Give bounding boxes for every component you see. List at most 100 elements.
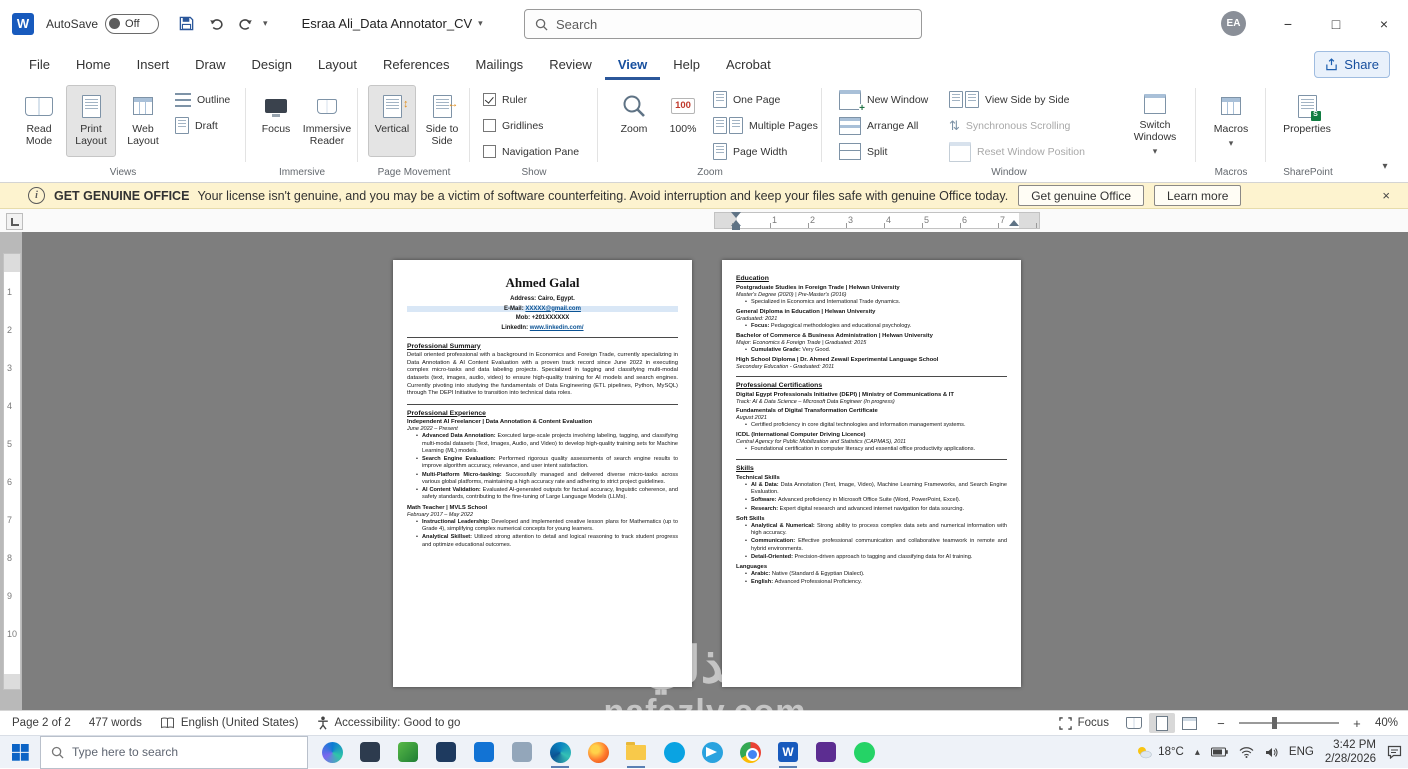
zoom-out-button[interactable]: −: [1215, 716, 1227, 731]
learn-more-button[interactable]: Learn more: [1154, 185, 1242, 206]
read-mode-button[interactable]: Read Mode: [14, 85, 64, 157]
read-mode-view-icon[interactable]: [1121, 713, 1147, 733]
multiple-pages-button[interactable]: Multiple Pages: [710, 114, 821, 137]
vertical-ruler[interactable]: 1 2 3 4 5 6 7 8 9 10: [0, 232, 22, 710]
side-to-side-button[interactable]: ↔ Side to Side: [418, 85, 466, 157]
taskbar-chrome-icon[interactable]: [738, 739, 762, 765]
new-window-button[interactable]: + New Window: [836, 88, 931, 114]
arrange-all-button[interactable]: Arrange All: [836, 114, 921, 137]
zoom-button[interactable]: Zoom: [610, 85, 658, 157]
tab-acrobat[interactable]: Acrobat: [713, 50, 784, 80]
resume-contact-link[interactable]: XXXXX@gmail.com: [525, 306, 581, 312]
maximize-button[interactable]: □: [1312, 0, 1360, 47]
navigation-pane-checkbox[interactable]: Navigation Pane: [480, 140, 582, 163]
word-count[interactable]: 477 words: [89, 717, 142, 729]
close-button[interactable]: ×: [1360, 0, 1408, 47]
avatar[interactable]: EA: [1221, 11, 1246, 36]
taskbar-cortana-icon[interactable]: [320, 739, 344, 765]
resume-contact-link[interactable]: www.linkedin.com/: [530, 325, 584, 331]
tab-design[interactable]: Design: [239, 50, 305, 80]
print-layout-button[interactable]: Print Layout: [66, 85, 116, 157]
tab-draw[interactable]: Draw: [182, 50, 238, 80]
language-indicator[interactable]: English (United States): [160, 717, 299, 729]
tab-home[interactable]: Home: [63, 50, 124, 80]
minimize-button[interactable]: −: [1264, 0, 1312, 47]
word-app-icon[interactable]: W: [12, 12, 34, 35]
collapse-ribbon-icon[interactable]: ▾: [1374, 156, 1396, 176]
taskbar-app-icon[interactable]: [434, 739, 458, 765]
tab-view[interactable]: View: [605, 50, 660, 80]
banner-close-icon[interactable]: ×: [1382, 188, 1390, 203]
taskbar-search-input[interactable]: Type here to search: [40, 735, 308, 769]
vertical-button[interactable]: ↕ Vertical: [368, 85, 416, 157]
tab-help[interactable]: Help: [660, 50, 713, 80]
taskbar-settings-icon[interactable]: [510, 739, 534, 765]
taskbar-skype-icon[interactable]: [662, 739, 686, 765]
outline-button[interactable]: Outline: [172, 88, 233, 111]
taskbar-word-icon[interactable]: W: [776, 739, 800, 768]
web-layout-button[interactable]: Web Layout: [118, 85, 168, 157]
tab-selector[interactable]: [6, 213, 23, 230]
horizontal-ruler[interactable]: 1 2 3 4 5 6 7: [714, 212, 1040, 229]
zoom-100-button[interactable]: 100 100%: [660, 85, 706, 157]
gridlines-checkbox[interactable]: Gridlines: [480, 114, 546, 137]
properties-button[interactable]: S Properties: [1276, 85, 1338, 157]
autosave-toggle[interactable]: Off: [105, 13, 160, 34]
tab-file[interactable]: File: [16, 50, 63, 80]
document-page-2[interactable]: Education Postgraduate Studies in Foreign…: [722, 260, 1021, 687]
battery-icon[interactable]: [1210, 747, 1228, 757]
focus-button[interactable]: Focus: [254, 85, 298, 157]
view-side-by-side-button[interactable]: View Side by Side: [946, 88, 1072, 111]
wifi-icon[interactable]: [1239, 746, 1254, 758]
tab-references[interactable]: References: [370, 50, 462, 80]
macros-button[interactable]: Macros ▾: [1205, 85, 1257, 157]
tab-insert[interactable]: Insert: [124, 50, 183, 80]
taskbar-photos-icon[interactable]: [396, 739, 420, 765]
redo-icon[interactable]: [233, 11, 259, 37]
zoom-percentage[interactable]: 40%: [1375, 717, 1398, 729]
get-genuine-office-button[interactable]: Get genuine Office: [1018, 185, 1145, 206]
search-input[interactable]: Search: [524, 9, 922, 39]
hidden-icons-chevron[interactable]: ▴: [1195, 747, 1200, 758]
language-badge[interactable]: ENG: [1289, 746, 1314, 758]
clock[interactable]: 3:42 PM 2/28/2026: [1325, 738, 1376, 767]
immersive-reader-button[interactable]: Immersive Reader: [300, 85, 354, 157]
tab-mailings[interactable]: Mailings: [463, 50, 537, 80]
page-indicator[interactable]: Page 2 of 2: [12, 717, 71, 729]
right-indent-marker[interactable]: [1009, 220, 1019, 226]
taskbar-telegram-icon[interactable]: [700, 739, 724, 765]
split-button[interactable]: Split: [836, 140, 890, 163]
web-layout-view-icon[interactable]: [1177, 713, 1203, 733]
volume-icon[interactable]: [1265, 747, 1278, 758]
notification-center-icon[interactable]: [1387, 745, 1402, 759]
left-indent-marker[interactable]: [732, 226, 740, 230]
taskbar-firefox-icon[interactable]: [586, 739, 610, 765]
save-icon[interactable]: [173, 11, 199, 37]
one-page-button[interactable]: One Page: [710, 88, 783, 111]
start-button[interactable]: [0, 736, 40, 768]
taskbar-store-icon[interactable]: [472, 739, 496, 765]
tab-review[interactable]: Review: [536, 50, 605, 80]
draft-button[interactable]: Draft: [172, 114, 221, 137]
document-title[interactable]: Esraa Ali_Data Annotator_CV ▾: [302, 16, 483, 31]
print-layout-view-icon[interactable]: [1148, 713, 1175, 733]
document-page-1[interactable]: Ahmed Galal Address: Cairo, Egypt. E-Mail:…: [393, 260, 692, 687]
taskbar-file-explorer-icon[interactable]: [624, 739, 648, 768]
zoom-slider[interactable]: [1238, 717, 1339, 729]
accessibility-status[interactable]: Accessibility: Good to go: [317, 716, 460, 730]
qat-more-icon[interactable]: ▾: [263, 18, 268, 29]
zoom-slider-thumb[interactable]: [1271, 717, 1277, 729]
tab-layout[interactable]: Layout: [305, 50, 370, 80]
first-line-indent-marker[interactable]: [731, 212, 741, 218]
ruler-checkbox[interactable]: Ruler: [480, 88, 530, 111]
zoom-in-button[interactable]: +: [1351, 716, 1363, 731]
weather-widget[interactable]: 18°C: [1136, 745, 1184, 759]
page-width-button[interactable]: Page Width: [710, 140, 790, 163]
share-button[interactable]: Share: [1314, 51, 1390, 78]
taskbar-edge-icon[interactable]: [548, 739, 572, 768]
taskbar-whatsapp-icon[interactable]: [852, 739, 876, 765]
switch-windows-button[interactable]: Switch Windows ▾: [1124, 85, 1186, 157]
undo-icon[interactable]: [203, 11, 229, 37]
taskbar-visual-studio-icon[interactable]: [814, 739, 838, 765]
focus-mode-button[interactable]: Focus: [1058, 716, 1109, 730]
